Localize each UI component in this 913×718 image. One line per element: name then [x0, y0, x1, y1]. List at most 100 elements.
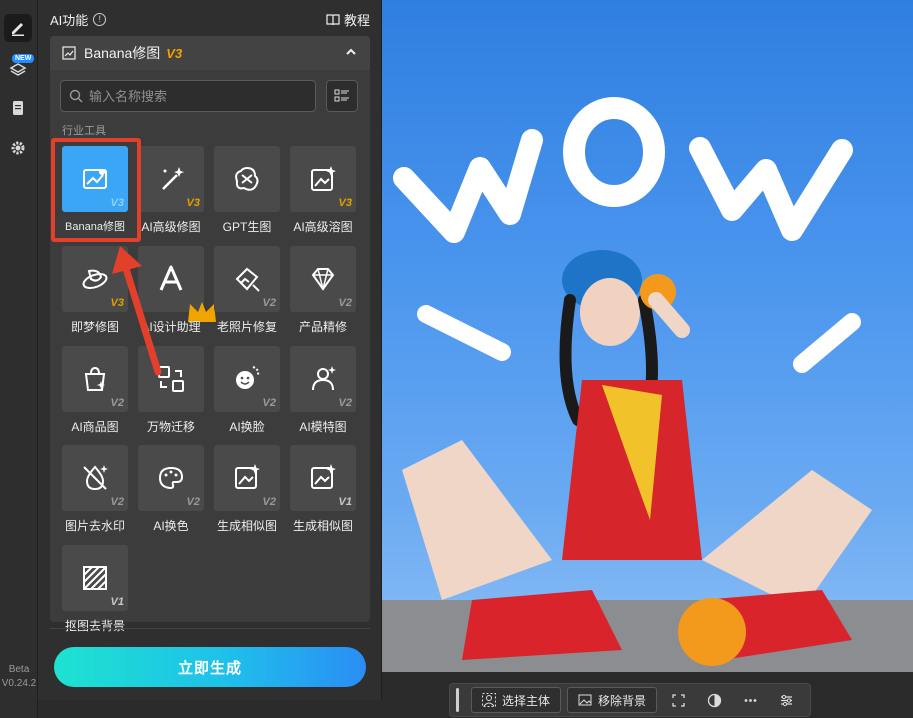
- tool-item[interactable]: V2 图片去水印: [60, 445, 130, 537]
- face-swap-icon: [236, 366, 260, 389]
- tool-item[interactable]: V2 AI换色: [136, 445, 206, 537]
- tool-tile[interactable]: V3: [290, 146, 356, 212]
- version-badge: V1: [338, 496, 352, 508]
- image-icon: [578, 694, 592, 706]
- tool-item[interactable]: V2 老照片修复: [212, 246, 282, 338]
- settings-button[interactable]: [4, 134, 32, 162]
- tool-label: 产品精修: [298, 320, 347, 334]
- version-label: Beta: [8, 664, 30, 675]
- new-badge: NEW: [12, 54, 35, 63]
- panel-header: AI功能 ! 教程: [50, 8, 370, 30]
- tool-section: Banana修图 V3 行业工具 V3 Banana修图 V3 AI高级修图 GPT生图…: [50, 36, 370, 633]
- remove-background-button[interactable]: 移除背景: [567, 687, 658, 713]
- similar-image-icon: [311, 464, 336, 489]
- canvas-toolbar: 选择主体 移除背景: [449, 683, 811, 717]
- more-icon: [744, 698, 756, 702]
- category-label: 行业工具: [62, 125, 106, 137]
- version-badge: V2: [262, 397, 276, 409]
- cutout-icon: [83, 566, 107, 590]
- crop-icon: [671, 693, 685, 707]
- crop-button[interactable]: [663, 687, 693, 713]
- toolbar-drag-handle[interactable]: [456, 688, 459, 712]
- tool-tile[interactable]: V2: [214, 346, 280, 412]
- tool-item[interactable]: V1 抠图去背景: [60, 545, 130, 637]
- tool-tile[interactable]: V2: [290, 346, 356, 412]
- shopping-bag-icon: [84, 366, 106, 391]
- tool-tile[interactable]: V2: [62, 445, 128, 511]
- selection-highlight-box: [51, 138, 141, 242]
- magic-wand-icon: [162, 167, 184, 190]
- model-icon: [312, 366, 336, 391]
- select-subject-label: 选择主体: [502, 693, 551, 708]
- tool-label: 老照片修复: [216, 320, 277, 334]
- list-view-icon: [334, 89, 349, 102]
- version-badge: V3: [186, 197, 200, 209]
- select-subject-button[interactable]: 选择主体: [471, 687, 562, 713]
- dream-icon: [82, 269, 108, 289]
- photo[interactable]: [382, 0, 913, 672]
- tool-tile[interactable]: V2: [214, 445, 280, 511]
- tool-tile[interactable]: V2: [138, 445, 204, 511]
- tool-label: 抠图去背景: [64, 619, 125, 633]
- sparkle-image-icon: [311, 166, 336, 191]
- tool-label: 图片去水印: [64, 519, 125, 533]
- version-number: V0.24.2: [1, 678, 37, 689]
- tool-item[interactable]: V3 AI高级溶图: [288, 146, 358, 238]
- tool-tile[interactable]: V3: [138, 146, 204, 212]
- tool-tile[interactable]: V2: [290, 246, 356, 312]
- list-view-button[interactable]: [326, 80, 358, 112]
- tool-label: AI换色: [153, 519, 189, 533]
- tool-item[interactable]: V2 AI换脸: [212, 346, 282, 438]
- adjust-button[interactable]: [771, 687, 801, 713]
- section-header[interactable]: Banana修图 V3: [50, 36, 370, 70]
- chevron-up-icon[interactable]: [344, 45, 358, 59]
- contrast-button[interactable]: [699, 687, 729, 713]
- tutorial-link[interactable]: 教程: [326, 10, 370, 29]
- remove-background-label: 移除背景: [598, 693, 647, 708]
- version-badge: V2: [262, 496, 276, 508]
- gpt-icon: [235, 166, 259, 191]
- search-input[interactable]: [89, 88, 289, 104]
- tool-item[interactable]: V1 生成相似图: [288, 445, 358, 537]
- tool-tile[interactable]: V1: [62, 545, 128, 611]
- tool-label: 万物迁移: [146, 420, 195, 434]
- tool-tile[interactable]: [214, 146, 280, 212]
- version-badge: V3: [338, 197, 352, 209]
- diamond-icon: [311, 268, 335, 291]
- version-badge: V2: [262, 297, 276, 309]
- tool-label: AI换脸: [229, 420, 265, 434]
- edit-tool-button[interactable]: [4, 14, 32, 42]
- tool-item[interactable]: V2 产品精修: [288, 246, 358, 338]
- tool-tile[interactable]: V2: [214, 246, 280, 312]
- search-icon: [69, 89, 83, 103]
- tool-item[interactable]: V2 AI模特图: [288, 346, 358, 438]
- version-badge: V2: [338, 297, 352, 309]
- tool-label: 生成相似图: [292, 519, 353, 533]
- crown-icon: [186, 296, 216, 322]
- search-box: [60, 80, 316, 112]
- tool-item[interactable]: V2 生成相似图: [212, 445, 282, 537]
- similar-image-icon: [235, 464, 260, 489]
- tool-item[interactable]: GPT生图: [212, 146, 282, 238]
- tool-tile[interactable]: V1: [290, 445, 356, 511]
- info-icon[interactable]: !: [93, 12, 107, 26]
- document-icon: [13, 101, 23, 115]
- generate-button[interactable]: 立即生成: [54, 647, 366, 687]
- version-badge: V2: [110, 496, 124, 508]
- tool-label: AI模特图: [299, 420, 347, 434]
- more-button[interactable]: [735, 687, 765, 713]
- version-badge: V2: [338, 397, 352, 409]
- person-icon: [482, 693, 496, 707]
- tool-item[interactable]: V3 AI高级修图: [136, 146, 206, 238]
- tool-label: AI高级溶图: [293, 220, 353, 234]
- version-badge: V2: [110, 397, 124, 409]
- photo-illustration: [382, 97, 913, 672]
- book-icon: [326, 13, 340, 25]
- version-badge: V1: [110, 596, 124, 608]
- sliders-icon: [780, 694, 792, 706]
- document-button[interactable]: [4, 94, 32, 122]
- divider: [50, 628, 370, 629]
- pencil-icon: [12, 23, 24, 36]
- ai-function-panel: AI功能 ! 教程 Banana修图 V3 行业工具 V3 Banana修图 V3 A…: [38, 0, 382, 700]
- layers-icon: [9, 63, 27, 76]
